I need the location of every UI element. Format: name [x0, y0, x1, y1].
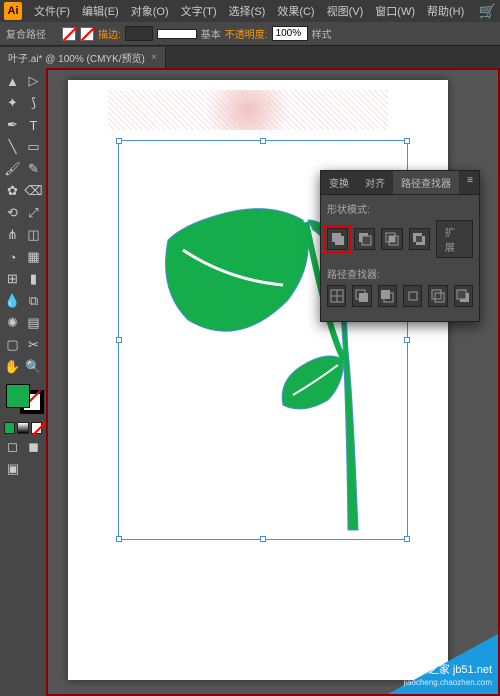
menu-effect[interactable]: 效果(C)	[271, 1, 320, 21]
fill-color-swatch[interactable]	[6, 384, 30, 408]
screen-mode-normal[interactable]: ◻	[2, 436, 23, 458]
paintbrush-tool[interactable]: 🖌	[2, 158, 23, 180]
basic-label: 基本	[201, 26, 221, 41]
width-tool[interactable]: ⋔	[2, 224, 23, 246]
hand-tool[interactable]: ✋	[2, 356, 23, 378]
divide-button[interactable]	[327, 285, 346, 307]
opacity-input[interactable]	[272, 26, 308, 41]
document-tab-bar: 叶子.ai* @ 100% (CMYK/预览) ×	[0, 46, 500, 68]
panel-body: 形状模式: 扩展 路径查找器:	[321, 195, 479, 321]
tab-transform[interactable]: 变换	[321, 171, 357, 194]
mesh-tool[interactable]: ⊞	[2, 268, 23, 290]
menu-view[interactable]: 视图(V)	[321, 1, 370, 21]
fill-stroke-control[interactable]	[4, 382, 46, 416]
panel-menu-icon[interactable]: ≡	[461, 171, 479, 194]
selection-type-label: 复合路径	[6, 26, 46, 41]
screen-mode-toggle[interactable]: ▣	[2, 458, 24, 480]
blob-brush-tool[interactable]: ✿	[2, 180, 23, 202]
color-mode-none[interactable]	[31, 422, 42, 434]
menu-select[interactable]: 选择(S)	[223, 1, 272, 21]
crop-button[interactable]	[403, 285, 422, 307]
rotate-tool[interactable]: ⟲	[2, 202, 23, 224]
eraser-tool[interactable]: ⌫	[23, 180, 44, 202]
menu-bar: Ai 文件(F) 编辑(E) 对象(O) 文字(T) 选择(S) 效果(C) 视…	[0, 0, 500, 22]
selection-tool[interactable]: ▲	[2, 70, 23, 92]
tab-pathfinder[interactable]: 路径查找器	[393, 171, 459, 194]
canvas[interactable]: 变换 对齐 路径查找器 ≡ 形状模式: 扩展 路径查找器:	[46, 68, 500, 696]
opacity-label: 不透明度:	[225, 26, 268, 41]
menu-type[interactable]: 文字(T)	[175, 1, 223, 21]
shape-builder-tool[interactable]: ◔	[2, 246, 23, 268]
pen-tool[interactable]: ✒	[2, 114, 23, 136]
outline-button[interactable]	[428, 285, 447, 307]
close-icon[interactable]: ×	[151, 52, 157, 63]
options-bar: 复合路径 描边: 基本 不透明度: 样式	[0, 22, 500, 46]
workspace: ▲▷ ✦⟆ ✒T ╲▭ 🖌✎ ✿⌫ ⟲⤢ ⋔◫ ◔▦ ⊞▮ 💧⧉ ✺▤ ▢✂ ✋…	[0, 68, 500, 696]
pencil-tool[interactable]: ✎	[23, 158, 44, 180]
menu-edit[interactable]: 编辑(E)	[76, 1, 125, 21]
shape-modes-label: 形状模式:	[327, 201, 473, 216]
lasso-tool[interactable]: ⟆	[23, 92, 44, 114]
document-tab-label: 叶子.ai* @ 100% (CMYK/预览)	[8, 50, 145, 65]
symbol-sprayer-tool[interactable]: ✺	[2, 312, 23, 334]
menu-file[interactable]: 文件(F)	[28, 1, 76, 21]
document-tab[interactable]: 叶子.ai* @ 100% (CMYK/预览) ×	[0, 47, 166, 68]
pathfinders-label: 路径查找器:	[327, 266, 473, 281]
app-icon: Ai	[4, 2, 22, 20]
selection-handle-e[interactable]	[404, 337, 410, 343]
line-tool[interactable]: ╲	[2, 136, 23, 158]
graph-tool[interactable]: ▤	[23, 312, 44, 334]
artboard-tool[interactable]: ▢	[2, 334, 23, 356]
exclude-button[interactable]	[409, 228, 430, 250]
stroke-weight-input[interactable]	[125, 26, 153, 41]
selection-handle-nw[interactable]	[116, 138, 122, 144]
watermark-site: 脚本之家 jb51.net	[403, 663, 492, 677]
stroke-swatch[interactable]	[80, 27, 94, 41]
style-label: 样式	[312, 26, 332, 41]
watermark: 脚本之家 jb51.net jiaocheng.chaozhen.com	[368, 634, 498, 694]
toolbox: ▲▷ ✦⟆ ✒T ╲▭ 🖌✎ ✿⌫ ⟲⤢ ⋔◫ ◔▦ ⊞▮ 💧⧉ ✺▤ ▢✂ ✋…	[0, 68, 46, 696]
pathfinder-panel[interactable]: 变换 对齐 路径查找器 ≡ 形状模式: 扩展 路径查找器:	[320, 170, 480, 322]
panel-tab-strip: 变换 对齐 路径查找器 ≡	[321, 171, 479, 195]
expand-button[interactable]: 扩展	[436, 220, 473, 258]
selection-handle-se[interactable]	[404, 536, 410, 542]
intersect-button[interactable]	[381, 228, 402, 250]
tab-align[interactable]: 对齐	[357, 171, 393, 194]
color-mode-solid[interactable]	[4, 422, 15, 434]
selection-handle-s[interactable]	[260, 536, 266, 542]
type-tool[interactable]: T	[23, 114, 44, 136]
screen-mode-full[interactable]: ◼	[23, 436, 44, 458]
rectangle-tool[interactable]: ▭	[23, 136, 44, 158]
watermark-sub: jiaocheng.chaozhen.com	[403, 678, 492, 688]
menu-help[interactable]: 帮助(H)	[421, 1, 470, 21]
menu-window[interactable]: 窗口(W)	[369, 1, 421, 21]
zoom-tool[interactable]: 🔍	[23, 356, 44, 378]
minus-back-button[interactable]	[454, 285, 473, 307]
gradient-tool[interactable]: ▮	[23, 268, 44, 290]
menu-object[interactable]: 对象(O)	[125, 1, 175, 21]
color-mode-gradient[interactable]	[17, 422, 28, 434]
scale-tool[interactable]: ⤢	[23, 202, 44, 224]
free-transform-tool[interactable]: ◫	[23, 224, 44, 246]
selection-handle-ne[interactable]	[404, 138, 410, 144]
brush-sample[interactable]	[157, 29, 197, 39]
minus-front-button[interactable]	[354, 228, 375, 250]
perspective-tool[interactable]: ▦	[23, 246, 44, 268]
slice-tool[interactable]: ✂	[23, 334, 44, 356]
merge-button[interactable]	[378, 285, 397, 307]
trim-button[interactable]	[352, 285, 371, 307]
magic-wand-tool[interactable]: ✦	[2, 92, 23, 114]
direct-selection-tool[interactable]: ▷	[23, 70, 44, 92]
texture-artwork	[108, 90, 388, 130]
eyedropper-tool[interactable]: 💧	[2, 290, 23, 312]
fill-swatch[interactable]	[62, 27, 76, 41]
selection-handle-sw[interactable]	[116, 536, 122, 542]
blend-tool[interactable]: ⧉	[23, 290, 44, 312]
unite-button[interactable]	[327, 228, 348, 250]
selection-handle-n[interactable]	[260, 138, 266, 144]
stroke-label: 描边:	[98, 26, 121, 41]
selection-handle-w[interactable]	[116, 337, 122, 343]
cart-icon[interactable]: 🛒	[479, 3, 496, 20]
